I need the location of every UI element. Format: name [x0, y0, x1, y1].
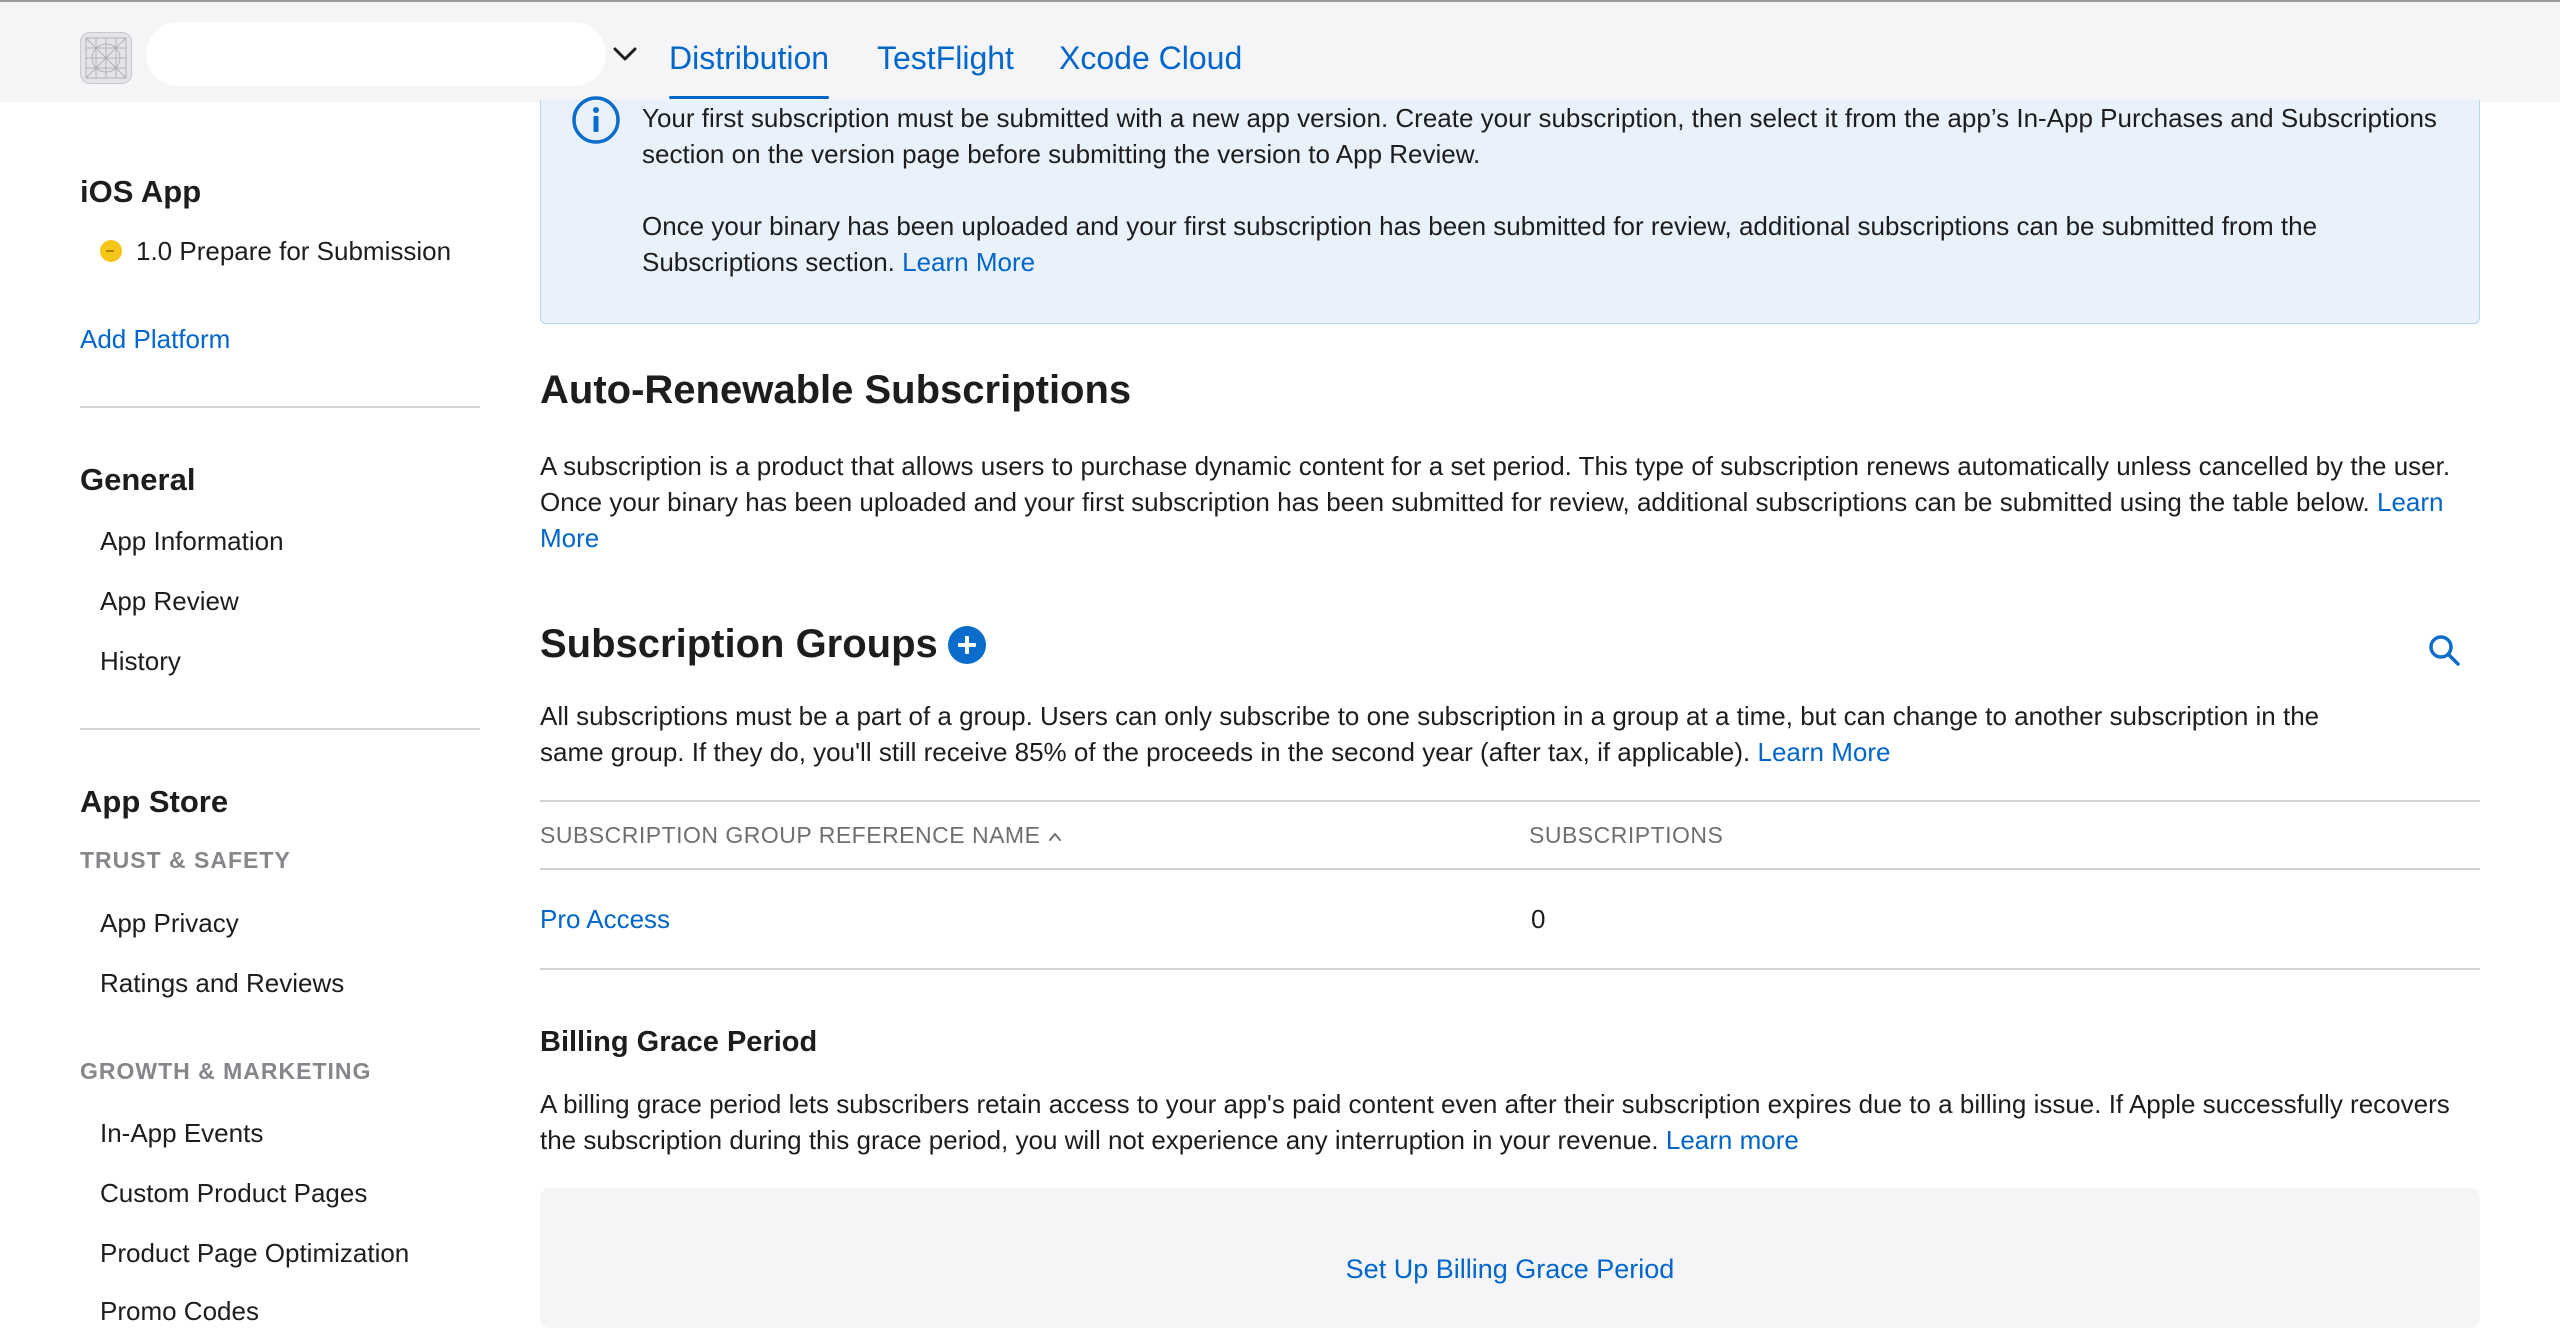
add-subscription-group-button[interactable]: [948, 626, 986, 664]
sidebar-item-app-information[interactable]: App Information: [100, 526, 284, 557]
sidebar-heading-general: General: [80, 462, 196, 497]
table-top-border: [540, 800, 2480, 802]
sidebar-divider: [80, 728, 480, 730]
sidebar-item-product-page-optimization[interactable]: Product Page Optimization: [100, 1238, 409, 1269]
table-bottom-border: [540, 968, 2480, 970]
tab-xcode-cloud[interactable]: Xcode Cloud: [1059, 40, 1242, 77]
sidebar-heading-ios-app[interactable]: iOS App: [80, 174, 201, 210]
billing-grace-description-text: A billing grace period lets subscribers …: [540, 1089, 2450, 1155]
billing-grace-setup-panel: Set Up Billing Grace Period: [540, 1188, 2480, 1328]
auto-renewable-description: A subscription is a product that allows …: [540, 448, 2480, 556]
sidebar-item-version[interactable]: 1.0 Prepare for Submission: [136, 236, 451, 267]
sidebar-item-app-review[interactable]: App Review: [100, 586, 239, 617]
app-icon-grid-graphic: [85, 37, 127, 79]
tab-testflight[interactable]: TestFlight: [877, 40, 1014, 77]
auto-renewable-title: Auto-Renewable Subscriptions: [540, 368, 1132, 412]
learn-more-link[interactable]: Learn more: [1666, 1125, 1799, 1155]
set-up-billing-grace-button[interactable]: Set Up Billing Grace Period: [540, 1254, 2480, 1285]
sort-ascending-icon: [1049, 832, 1062, 841]
info-banner-text-2-body: Once your binary has been uploaded and y…: [642, 211, 2318, 277]
info-icon: [572, 96, 620, 144]
sidebar-section-trust-safety: TRUST & SAFETY: [80, 847, 291, 873]
column-header-group-name[interactable]: SUBSCRIPTION GROUP REFERENCE NAME: [540, 822, 1062, 849]
app-name-selector[interactable]: [146, 22, 606, 86]
table-header-border: [540, 868, 2480, 870]
top-navigation-bar: Distribution TestFlight Xcode Cloud: [0, 0, 2560, 102]
chevron-down-icon[interactable]: [612, 44, 638, 64]
column-header-subscriptions[interactable]: SUBSCRIPTIONS: [1529, 822, 1723, 849]
sidebar-divider: [80, 406, 480, 408]
info-banner-text-1: Your first subscription must be submitte…: [642, 103, 2437, 169]
sidebar-item-custom-product-pages[interactable]: Custom Product Pages: [100, 1178, 367, 1209]
subscription-count: 0: [1531, 904, 1546, 934]
learn-more-link[interactable]: Learn More: [1758, 737, 1891, 767]
subscription-groups-title: Subscription Groups: [540, 622, 938, 666]
sidebar-item-promo-codes[interactable]: Promo Codes: [100, 1296, 259, 1327]
billing-grace-description: A billing grace period lets subscribers …: [540, 1086, 2480, 1158]
search-icon[interactable]: [2426, 632, 2462, 668]
sidebar-item-app-privacy[interactable]: App Privacy: [100, 908, 239, 939]
tab-distribution[interactable]: Distribution: [669, 40, 830, 99]
auto-renewable-description-text: A subscription is a product that allows …: [540, 451, 2451, 517]
sidebar: iOS App 1.0 Prepare for Submission Add P…: [0, 102, 500, 1326]
sidebar-item-in-app-events[interactable]: In-App Events: [100, 1118, 263, 1149]
sidebar-item-history[interactable]: History: [100, 646, 181, 677]
subscription-group-name-link[interactable]: Pro Access: [540, 904, 670, 935]
subscription-groups-description-text: All subscriptions must be a part of a gr…: [540, 701, 2320, 767]
subscription-groups-description: All subscriptions must be a part of a gr…: [540, 698, 2370, 770]
info-banner-text-2: Once your binary has been uploaded and y…: [642, 208, 2442, 280]
status-icon: [100, 240, 122, 262]
sidebar-section-growth-marketing: GROWTH & MARKETING: [80, 1058, 372, 1084]
learn-more-link[interactable]: Learn More: [902, 247, 1035, 277]
sidebar-heading-app-store: App Store: [80, 784, 229, 819]
add-platform-link[interactable]: Add Platform: [80, 324, 230, 355]
column-header-group-name-label: SUBSCRIPTION GROUP REFERENCE NAME: [540, 822, 1041, 848]
app-icon[interactable]: [80, 32, 132, 84]
billing-grace-title: Billing Grace Period: [540, 1026, 818, 1058]
sidebar-item-ratings-reviews[interactable]: Ratings and Reviews: [100, 968, 344, 999]
